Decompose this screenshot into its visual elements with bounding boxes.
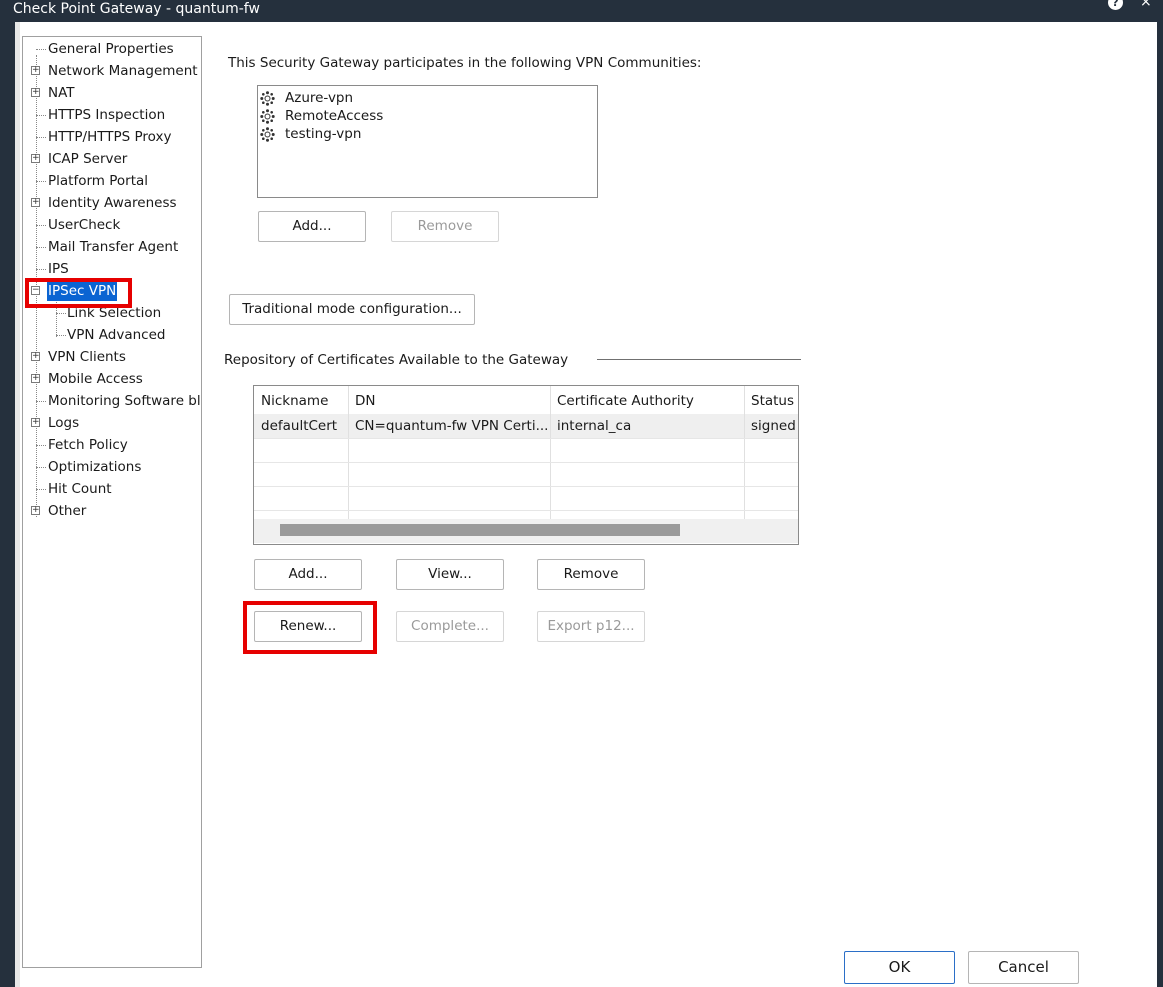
expand-plus-icon[interactable]: + — [31, 352, 40, 361]
tree-item-label: Fetch Policy — [48, 437, 128, 453]
ok-button[interactable]: OK — [844, 951, 955, 984]
community-icon — [260, 90, 275, 106]
column-header-dn[interactable]: DN — [348, 389, 550, 413]
close-icon[interactable]: × — [1140, 0, 1152, 10]
expand-plus-icon[interactable]: + — [31, 506, 40, 515]
tree-item-mail-transfer-agent[interactable]: Mail Transfer Agent — [23, 237, 201, 257]
tree-item-label: Identity Awareness — [48, 195, 177, 211]
renew-certificate-button[interactable]: Renew... — [254, 611, 362, 642]
community-name: Azure-vpn — [285, 90, 354, 106]
expand-plus-icon[interactable]: + — [31, 198, 40, 207]
expand-plus-icon[interactable]: + — [31, 154, 40, 163]
list-item-community[interactable]: RemoteAccess — [260, 107, 383, 125]
complete-certificate-button[interactable]: Complete... — [396, 611, 504, 642]
tree-item-ips[interactable]: IPS — [23, 259, 201, 279]
tree-item-hit-count[interactable]: Hit Count — [23, 479, 201, 499]
community-icon — [260, 108, 275, 124]
tree-item-label: Monitoring Software blac — [48, 393, 202, 409]
expand-plus-icon[interactable]: + — [31, 374, 40, 383]
tree-item-label: Platform Portal — [48, 173, 149, 189]
tree-item-https-inspection[interactable]: HTTPS Inspection — [23, 105, 201, 125]
tree-item-optimizations[interactable]: Optimizations — [23, 457, 201, 477]
remove-certificate-button[interactable]: Remove — [537, 559, 645, 590]
tree-item-label: HTTP/HTTPS Proxy — [48, 129, 172, 145]
cancel-button[interactable]: Cancel — [968, 951, 1079, 984]
tree-item-label: HTTPS Inspection — [48, 107, 166, 123]
column-header-certificate-authority[interactable]: Certificate Authority — [550, 389, 744, 413]
tree-item-label: Mobile Access — [48, 371, 143, 387]
tree-item-network-management[interactable]: + Network Management — [23, 61, 201, 81]
expand-plus-icon[interactable]: + — [31, 418, 40, 427]
list-item-community[interactable]: Azure-vpn — [260, 89, 353, 107]
tree-item-label: Other — [48, 503, 87, 519]
expand-plus-icon[interactable]: + — [31, 66, 40, 75]
certificates-heading: Repository of Certificates Available to … — [224, 352, 569, 368]
tree-item-logs[interactable]: + Logs — [23, 413, 201, 433]
communities-list[interactable]: Azure-vpn RemoteAccess testing-vpn — [257, 85, 598, 198]
expand-plus-icon[interactable]: + — [31, 88, 40, 97]
add-certificate-button[interactable]: Add... — [254, 559, 362, 590]
table-horizontal-scrollbar[interactable] — [280, 524, 680, 536]
window-title: Check Point Gateway - quantum-fw — [13, 1, 260, 17]
tree-item-identity-awareness[interactable]: + Identity Awareness — [23, 193, 201, 213]
tree-item-usercheck[interactable]: UserCheck — [23, 215, 201, 235]
community-name: testing-vpn — [285, 126, 362, 142]
highlight-box-ipsec-vpn — [25, 278, 132, 308]
cell-nickname[interactable]: defaultCert — [254, 414, 348, 438]
help-icon[interactable]: ? — [1108, 0, 1123, 10]
certificates-table[interactable]: Nickname DN Certificate Authority Status… — [253, 385, 799, 545]
view-certificate-button[interactable]: View... — [396, 559, 504, 590]
community-icon — [260, 126, 275, 142]
tree-item-label: General Properties — [48, 41, 174, 57]
tree-item-general-properties[interactable]: General Properties — [23, 39, 201, 59]
add-community-button[interactable]: Add... — [258, 211, 366, 242]
tree-item-label: UserCheck — [48, 217, 121, 233]
tree-item-http-https-proxy[interactable]: HTTP/HTTPS Proxy — [23, 127, 201, 147]
tree-item-label: VPN Clients — [48, 349, 126, 365]
tree-item-vpn-clients[interactable]: + VPN Clients — [23, 347, 201, 367]
tree-item-icap-server[interactable]: + ICAP Server — [23, 149, 201, 169]
community-name: RemoteAccess — [285, 108, 384, 124]
cell-certificate-authority[interactable]: internal_ca — [550, 414, 744, 438]
tree-item-platform-portal[interactable]: Platform Portal — [23, 171, 201, 191]
tree-item-vpn-advanced[interactable]: VPN Advanced — [23, 325, 201, 345]
title-bar: Check Point Gateway - quantum-fw ? × — [0, 0, 1163, 22]
export-p12-button[interactable]: Export p12... — [537, 611, 645, 642]
tree-item-label: IPS — [48, 261, 69, 277]
column-header-status[interactable]: Status — [744, 389, 798, 413]
tree-item-label: ICAP Server — [48, 151, 128, 167]
remove-community-button[interactable]: Remove — [391, 211, 499, 242]
tree-item-monitoring-software-blade[interactable]: Monitoring Software blac — [23, 391, 201, 411]
group-separator-line — [597, 359, 801, 360]
cell-status[interactable]: signed — [744, 414, 798, 438]
tree-item-label: NAT — [48, 85, 75, 101]
navigation-tree[interactable]: General Properties + Network Management … — [22, 36, 202, 968]
tree-item-nat[interactable]: + NAT — [23, 83, 201, 103]
tree-item-label: Mail Transfer Agent — [48, 239, 179, 255]
tree-item-label: Logs — [48, 415, 80, 431]
traditional-mode-button[interactable]: Traditional mode configuration... — [229, 294, 475, 325]
cell-dn[interactable]: CN=quantum-fw VPN Certi... — [348, 414, 550, 438]
tree-item-label: Optimizations — [48, 459, 142, 475]
left-edge-strip — [15, 22, 20, 987]
tree-item-other[interactable]: + Other — [23, 501, 201, 521]
column-header-nickname[interactable]: Nickname — [254, 389, 348, 413]
tree-item-label: VPN Advanced — [67, 327, 166, 343]
list-item-community[interactable]: testing-vpn — [260, 125, 361, 143]
tree-item-fetch-policy[interactable]: Fetch Policy — [23, 435, 201, 455]
tree-item-label: Network Management — [48, 63, 198, 79]
communities-heading: This Security Gateway participates in th… — [228, 55, 702, 71]
tree-item-mobile-access[interactable]: + Mobile Access — [23, 369, 201, 389]
tree-item-label: Hit Count — [48, 481, 112, 497]
